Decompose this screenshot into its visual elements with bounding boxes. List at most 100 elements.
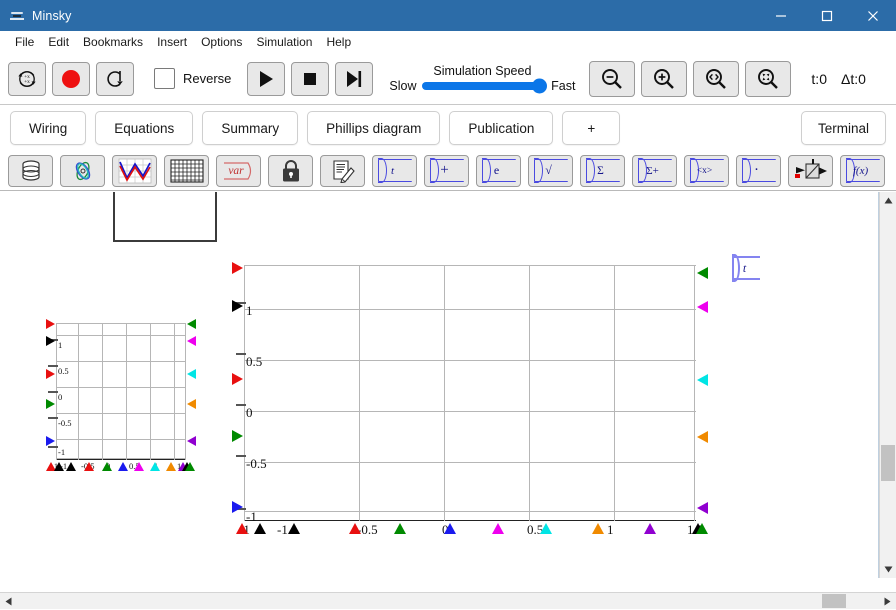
reset-button[interactable]: +x +x [8,61,46,96]
plot-port-bottom[interactable] [540,523,552,534]
horizontal-scrollbar[interactable] [0,592,896,609]
tab-wiring[interactable]: Wiring [10,111,87,145]
sqrt-op-button[interactable]: √ [528,154,573,187]
plot-port-bottom[interactable] [592,523,604,534]
replay-button[interactable] [96,61,134,96]
plot-port-bottom[interactable] [150,462,160,471]
tab-add-new[interactable]: + [562,111,621,145]
step-button[interactable] [335,61,374,96]
plot-port-right[interactable] [697,431,708,443]
menu-help[interactable]: Help [319,33,358,51]
plot-port-bottom[interactable] [134,462,144,471]
terminal-button[interactable]: Terminal [800,111,886,145]
tab-publication[interactable]: Publication [449,111,554,145]
plot-port-right[interactable] [187,319,196,329]
plot-port-bottom[interactable] [288,523,300,534]
horizontal-scroll-thumb[interactable] [822,594,846,608]
exp-op-button[interactable]: e [476,154,521,187]
runningsum-op-button[interactable]: Σ+ [632,154,677,187]
play-button[interactable] [247,61,286,96]
godley-icon-fragment[interactable] [113,192,217,242]
plot-port-left[interactable] [232,501,243,513]
simulation-speed-slider[interactable] [421,78,548,94]
sheet-button[interactable] [164,154,209,187]
ravel-button[interactable] [60,154,105,187]
plot-port-right[interactable] [697,301,708,313]
note-button[interactable] [320,154,365,187]
vertical-scrollbar[interactable] [879,192,896,578]
record-button[interactable] [52,61,90,96]
userfunction-button[interactable]: f(x) [840,154,885,187]
plot-port-right[interactable] [187,336,196,346]
plot-port-bottom[interactable] [66,462,76,471]
plot-port-bottom[interactable] [492,523,504,534]
plot-port-bottom[interactable] [54,462,64,471]
plot-port-bottom[interactable] [254,523,266,534]
plot-port-left[interactable] [46,399,55,409]
reverse-checkbox[interactable] [154,68,175,89]
plot-port-bottom[interactable] [185,462,195,471]
zoom-in-button[interactable] [641,60,688,97]
tab-summary[interactable]: Summary [202,111,299,145]
menu-edit[interactable]: Edit [41,33,76,51]
plot-widget-button[interactable] [112,154,157,187]
menu-file[interactable]: File [8,33,41,51]
scroll-up-arrow[interactable] [880,192,896,209]
vertical-scroll-thumb[interactable] [881,445,895,481]
plot-port-bottom[interactable] [118,462,128,471]
plot-port-bottom[interactable] [444,523,456,534]
plot-port-left[interactable] [46,319,55,329]
zoom-fit-button[interactable] [693,60,740,97]
plot-port-left[interactable] [46,436,55,446]
plot-port-left[interactable] [232,430,243,442]
minimize-icon[interactable] [758,0,804,31]
plot-port-bottom[interactable] [394,523,406,534]
plot-port-bottom[interactable] [166,462,176,471]
plot-port-bottom[interactable] [349,523,361,534]
mean-op-button[interactable]: <x> [684,154,729,187]
scroll-right-arrow[interactable] [879,593,896,610]
plot-port-right[interactable] [187,399,196,409]
tab-equations[interactable]: Equations [95,111,194,145]
time-variable-block[interactable]: t [732,254,760,282]
menu-insert[interactable]: Insert [150,33,194,51]
add-op-button[interactable]: + [424,154,469,187]
zoom-reset-button[interactable] [745,60,792,97]
scroll-down-arrow[interactable] [880,561,896,578]
plot-port-bottom[interactable] [236,523,248,534]
plot-widget-small[interactable]: 1 0.5 0 -0.5 -1 -1 -1 -0.5 0 0.5 1 1 [46,319,196,471]
plot-port-bottom[interactable] [84,462,94,471]
plot-port-left[interactable] [46,336,55,346]
scroll-left-arrow[interactable] [0,593,17,610]
plot-port-right[interactable] [697,374,708,386]
menu-options[interactable]: Options [194,33,249,51]
plot-port-right[interactable] [187,436,196,446]
time-op-button[interactable]: t [372,154,417,187]
lock-button[interactable] [268,154,313,187]
menu-bookmarks[interactable]: Bookmarks [76,33,150,51]
simulation-speed-control[interactable]: Simulation Speed Slow Fast [389,64,575,94]
stop-button[interactable] [291,61,330,96]
plot-port-right[interactable] [697,502,708,514]
plot-port-right[interactable] [697,267,708,279]
plot-port-bottom[interactable] [102,462,112,471]
zoom-out-button[interactable] [589,60,636,97]
plot-port-left[interactable] [232,373,243,385]
maximize-icon[interactable] [804,0,850,31]
plot-port-right[interactable] [187,369,196,379]
sum-op-button[interactable]: Σ [580,154,625,187]
menu-simulation[interactable]: Simulation [249,33,319,51]
dot-op-button[interactable]: · [736,154,781,187]
tab-phillips-diagram[interactable]: Phillips diagram [307,111,441,145]
plot-port-left[interactable] [232,300,243,312]
plot-port-left[interactable] [46,369,55,379]
plot-widget-large[interactable]: 1 0.5 0 -0.5 -1 -1 -1 -0.5 0 0.5 1 1.5 [232,262,708,537]
plot-port-bottom[interactable] [644,523,656,534]
plot-port-bottom[interactable] [696,523,708,534]
slider-knob[interactable] [532,78,548,94]
wiring-canvas[interactable]: t 1 0.5 0 -0.5 -1 -1 -1 -0.5 0 0.5 1 1 1 0.5 0 -0.5 -1-… [0,192,879,578]
plot-port-left[interactable] [232,262,243,274]
reverse-control[interactable]: Reverse [154,68,231,89]
variable-button[interactable]: var [216,154,261,187]
close-icon[interactable] [850,0,896,31]
